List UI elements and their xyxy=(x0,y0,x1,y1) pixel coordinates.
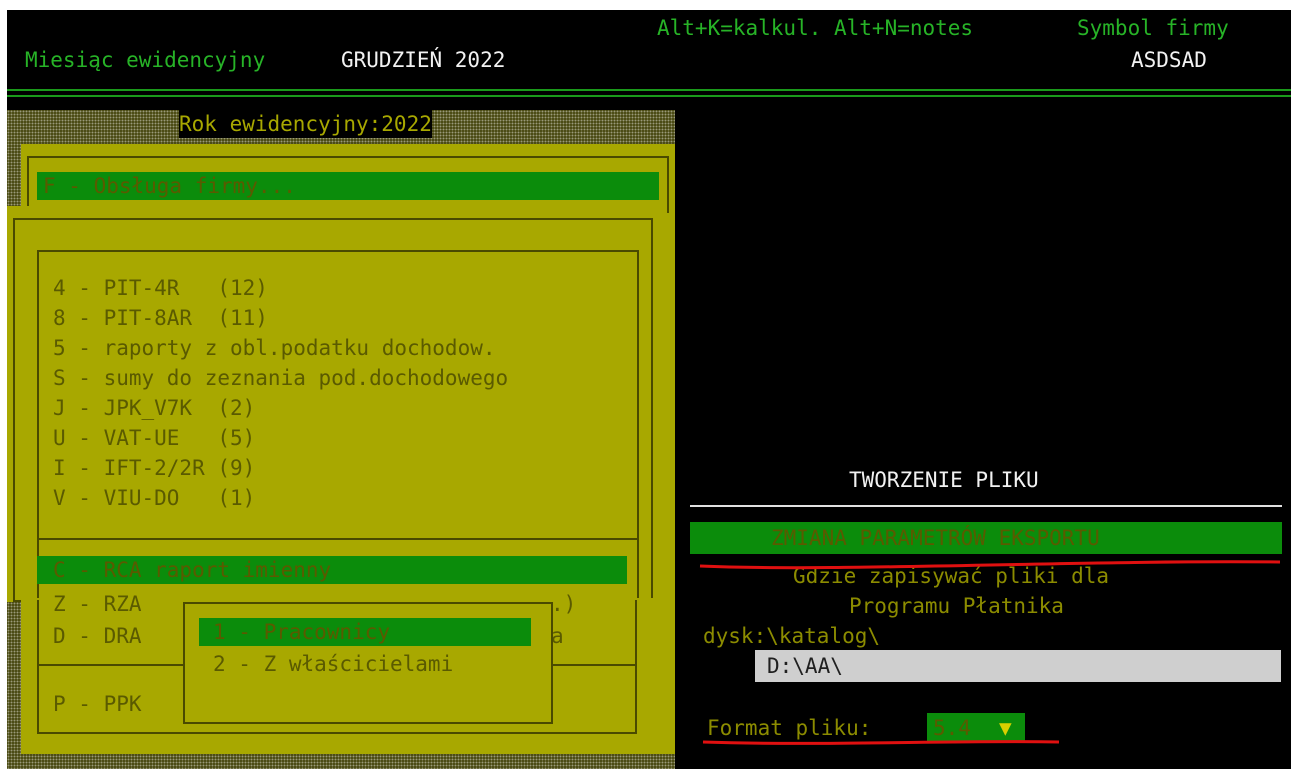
menu-separator xyxy=(37,538,637,540)
company-menu-item[interactable]: F - Obsługa firmy... xyxy=(43,172,296,200)
menu-separator-right xyxy=(549,664,637,666)
frame-right-edge xyxy=(635,600,637,732)
menu-item-jpk[interactable]: J - JPK_V7K (2) xyxy=(53,394,255,422)
menu-item-dra[interactable]: D - DRA xyxy=(53,622,142,650)
menu-item-rza-suffix: .) xyxy=(551,592,577,616)
menu-separator-left xyxy=(37,664,185,666)
menu-item-vatue[interactable]: U - VAT-UE (5) xyxy=(53,424,255,452)
popup-option-pracownicy[interactable]: 1 - Pracownicy xyxy=(213,618,390,646)
menu-item-ift[interactable]: I - IFT-2/2R (9) xyxy=(53,454,255,482)
popup-option-wlasciciele[interactable]: 2 - Z właścicielami xyxy=(213,650,453,678)
save-location-line2: Programu Płatnika xyxy=(849,594,1064,618)
red-underline-annotation-2 xyxy=(702,740,1060,745)
frame-left-edge xyxy=(37,600,39,732)
menu-item-sumy[interactable]: S - sumy do zeznania pod.dochodowego xyxy=(53,364,508,392)
menu-item-ppk[interactable]: P - PPK xyxy=(53,690,142,718)
company-symbol-value: ASDSAD xyxy=(1131,48,1207,72)
terminal-screen: Miesiąc ewidencyjny GRUDZIEŃ 2022 Alt+K=… xyxy=(7,10,1291,769)
export-params-item[interactable]: ZMIANA PARAMETRÓW EKSPORTU xyxy=(771,524,1100,552)
header-divider-2 xyxy=(7,95,1291,97)
dialog-title: TWORZENIE PLIKU xyxy=(849,468,1039,492)
header-divider xyxy=(7,89,1291,91)
month-label: Miesiąc ewidencyjny xyxy=(25,48,266,72)
year-title: Rok ewidencyjny:2022 xyxy=(179,110,432,138)
menu-item-rza[interactable]: Z - RZA xyxy=(53,590,142,618)
menu-item-raporty[interactable]: 5 - raporty z obl.podatku dochodow. xyxy=(53,334,496,362)
red-underline-annotation xyxy=(699,560,1281,570)
path-label: dysk:\katalog\ xyxy=(703,624,881,648)
frame-bottom-edge xyxy=(37,732,637,734)
company-symbol-label: Symbol firmy xyxy=(1077,16,1229,40)
menu-item-rca[interactable]: C - RCA raport imienny xyxy=(53,556,331,584)
menu-item-viudo[interactable]: V - VIU-DO (1) xyxy=(53,484,255,512)
shortcuts-hint: Alt+K=kalkul. Alt+N=notes xyxy=(657,16,974,40)
menu-item-pit4r[interactable]: 4 - PIT-4R (12) xyxy=(53,274,268,302)
menu-item-pit8ar[interactable]: 8 - PIT-8AR (11) xyxy=(53,304,268,332)
month-value: GRUDZIEŃ 2022 xyxy=(341,48,506,72)
dialog-separator xyxy=(690,505,1282,507)
path-input-value: D:\AA\ xyxy=(767,654,843,678)
